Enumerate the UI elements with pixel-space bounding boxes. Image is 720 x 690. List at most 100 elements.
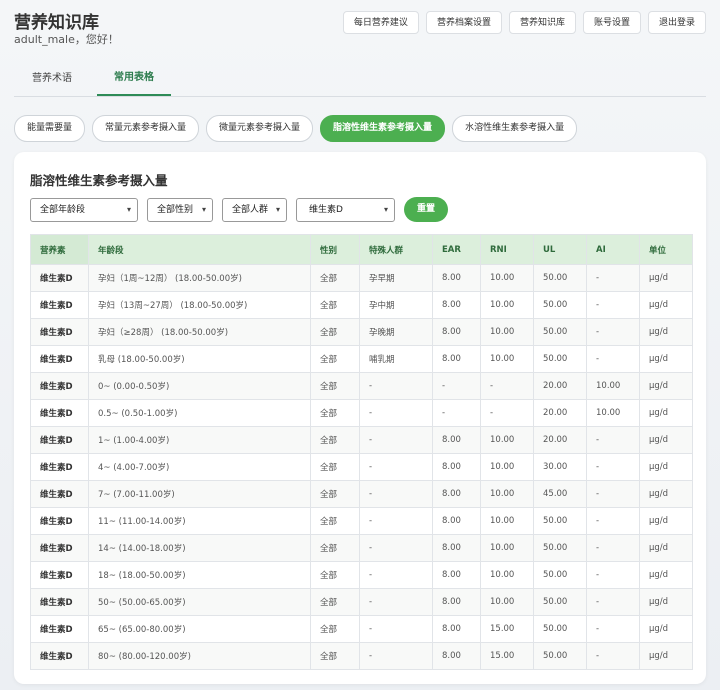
cell-age-range: 14~ (14.00-18.00岁) xyxy=(88,534,311,562)
col-header-unit[interactable]: 单位 xyxy=(639,234,693,265)
table-row: 维生素D 80~ (80.00-120.00岁) 全部 -8.00 15.00 50.00… xyxy=(30,642,693,670)
tab-common-tables[interactable]: 常用表格 xyxy=(97,62,171,96)
table-row: 维生素D 4~ (4.00-7.00岁) 全部 -8.00 10.00 30.00- μg/… xyxy=(30,453,693,481)
cell-rni: 10.00 xyxy=(480,588,534,616)
top-navigation: 每日营养建议 营养档案设置 营养知识库 账号设置 退出登录 xyxy=(342,11,706,34)
cell-special-group: - xyxy=(359,507,433,535)
cell-ear: 8.00 xyxy=(432,507,481,535)
col-header-ai[interactable]: AI xyxy=(586,234,640,265)
reference-intake-table: 营养素 年龄段 性别 特殊人群 EAR RNI UL AI 单位 维生素D 孕妇（… xyxy=(30,234,693,670)
pill-energy[interactable]: 能量需要量 xyxy=(14,115,86,142)
cell-special-group: - xyxy=(359,615,433,643)
cell-age-range: 7~ (7.00-11.00岁) xyxy=(88,480,311,508)
col-header-ear[interactable]: EAR xyxy=(432,234,481,265)
cell-age-range: 孕妇（13周~27周） (18.00-50.00岁) xyxy=(88,291,311,319)
col-header-group[interactable]: 特殊人群 xyxy=(359,234,433,265)
col-header-rni[interactable]: RNI xyxy=(480,234,534,265)
cell-unit: μg/d xyxy=(639,561,693,589)
page-title: 营养知识库 xyxy=(14,13,99,33)
chevron-down-icon: ▾ xyxy=(201,204,206,214)
cell-nutrient: 维生素D xyxy=(30,642,89,670)
reset-button[interactable]: 重置 xyxy=(404,197,449,222)
cell-ear: 8.00 xyxy=(432,264,481,292)
cell-special-group: - xyxy=(359,642,433,670)
col-header-age[interactable]: 年龄段 xyxy=(88,234,311,265)
cell-unit: μg/d xyxy=(639,291,693,319)
cell-rni: 10.00 xyxy=(480,426,534,454)
pill-macro-minerals[interactable]: 常量元素参考摄入量 xyxy=(92,115,200,142)
cell-ear: 8.00 xyxy=(432,480,481,508)
cell-nutrient: 维生素D xyxy=(30,615,89,643)
age-filter-select[interactable]: 全部年龄段 ▾ xyxy=(30,197,138,222)
chevron-down-icon: ▾ xyxy=(383,204,388,214)
col-header-sex[interactable]: 性别 xyxy=(310,234,360,265)
cell-nutrient: 维生素D xyxy=(30,291,89,319)
nutrition-profile-button[interactable]: 营养档案设置 xyxy=(425,11,502,34)
nutrient-filter-select[interactable]: 维生素D ▾ xyxy=(296,197,395,222)
cell-ear: 8.00 xyxy=(432,642,481,670)
sex-filter-select[interactable]: 全部性别 ▾ xyxy=(147,197,213,222)
cell-sex: 全部 xyxy=(310,507,360,535)
cell-unit: μg/d xyxy=(639,372,693,400)
cell-special-group: - xyxy=(359,480,433,508)
cell-ul: 50.00 xyxy=(533,561,587,589)
pill-trace-elements[interactable]: 微量元素参考摄入量 xyxy=(206,115,314,142)
cell-ai: - xyxy=(586,534,640,562)
account-settings-button[interactable]: 账号设置 xyxy=(582,11,641,34)
pill-fat-soluble-vitamins[interactable]: 脂溶性维生素参考摄入量 xyxy=(320,115,446,142)
cell-unit: μg/d xyxy=(639,534,693,562)
daily-advice-button[interactable]: 每日营养建议 xyxy=(342,11,419,34)
cell-rni: 10.00 xyxy=(480,318,534,346)
knowledge-base-button[interactable]: 营养知识库 xyxy=(508,11,576,34)
group-filter-value: 全部人群 xyxy=(232,204,269,215)
cell-rni: 10.00 xyxy=(480,534,534,562)
cell-nutrient: 维生素D xyxy=(30,453,89,481)
table-row: 维生素D 乳母 (18.00-50.00岁) 全部 哺乳期 8.00 10.00 50.00… xyxy=(30,345,693,373)
cell-nutrient: 维生素D xyxy=(30,507,89,535)
cell-nutrient: 维生素D xyxy=(30,372,89,400)
table-header-row: 营养素 年龄段 性别 特殊人群 EAR RNI UL AI 单位 xyxy=(30,234,693,265)
pill-water-soluble-vitamins[interactable]: 水溶性维生素参考摄入量 xyxy=(452,115,578,142)
logout-button[interactable]: 退出登录 xyxy=(647,11,706,34)
col-header-nutrient[interactable]: 营养素 xyxy=(30,234,89,265)
cell-ai: - xyxy=(586,345,640,373)
cell-age-range: 1~ (1.00-4.00岁) xyxy=(88,426,311,454)
cell-special-group: - xyxy=(359,561,433,589)
cell-ai: - xyxy=(586,264,640,292)
cell-ai: - xyxy=(586,642,640,670)
cell-ul: 50.00 xyxy=(533,318,587,346)
cell-ul: 45.00 xyxy=(533,480,587,508)
tab-terms[interactable]: 营养术语 xyxy=(32,62,72,96)
cell-special-group: - xyxy=(359,372,433,400)
nutrient-filter-value: 维生素D xyxy=(309,204,343,215)
cell-rni: 10.00 xyxy=(480,264,534,292)
cell-sex: 全部 xyxy=(310,372,360,400)
cell-sex: 全部 xyxy=(310,561,360,589)
table-row: 维生素D 0~ (0.00-0.50岁) 全部 - - -20.00 10.00 μg/d xyxy=(30,372,693,400)
cell-ai: - xyxy=(586,588,640,616)
cell-unit: μg/d xyxy=(639,453,693,481)
cell-nutrient: 维生素D xyxy=(30,264,89,292)
cell-age-range: 孕妇（≥28周） (18.00-50.00岁) xyxy=(88,318,311,346)
group-filter-select[interactable]: 全部人群 ▾ xyxy=(222,197,287,222)
cell-ai: - xyxy=(586,453,640,481)
user-greeting: adult_male，您好！ xyxy=(14,33,119,46)
cell-nutrient: 维生素D xyxy=(30,561,89,589)
table-row: 维生素D 50~ (50.00-65.00岁) 全部 -8.00 10.00 50.00-… xyxy=(30,588,693,616)
cell-ear: 8.00 xyxy=(432,426,481,454)
cell-unit: μg/d xyxy=(639,642,693,670)
cell-age-range: 孕妇（1周~12周） (18.00-50.00岁) xyxy=(88,264,311,292)
cell-ai: - xyxy=(586,318,640,346)
cell-age-range: 50~ (50.00-65.00岁) xyxy=(88,588,311,616)
table-row: 维生素D 孕妇（≥28周） (18.00-50.00岁) 全部 孕晚期 8.00 10.0… xyxy=(30,318,693,346)
table-category-pills: 能量需要量 常量元素参考摄入量 微量元素参考摄入量 脂溶性维生素参考摄入量 水溶… xyxy=(14,115,578,142)
cell-special-group: - xyxy=(359,534,433,562)
cell-ai: 10.00 xyxy=(586,399,640,427)
cell-ear: 8.00 xyxy=(432,345,481,373)
cell-rni: 10.00 xyxy=(480,345,534,373)
table-row: 维生素D 7~ (7.00-11.00岁) 全部 -8.00 10.00 45.00- μg… xyxy=(30,480,693,508)
cell-ul: 50.00 xyxy=(533,345,587,373)
col-header-ul[interactable]: UL xyxy=(533,234,587,265)
cell-special-group: - xyxy=(359,426,433,454)
cell-age-range: 乳母 (18.00-50.00岁) xyxy=(88,345,311,373)
